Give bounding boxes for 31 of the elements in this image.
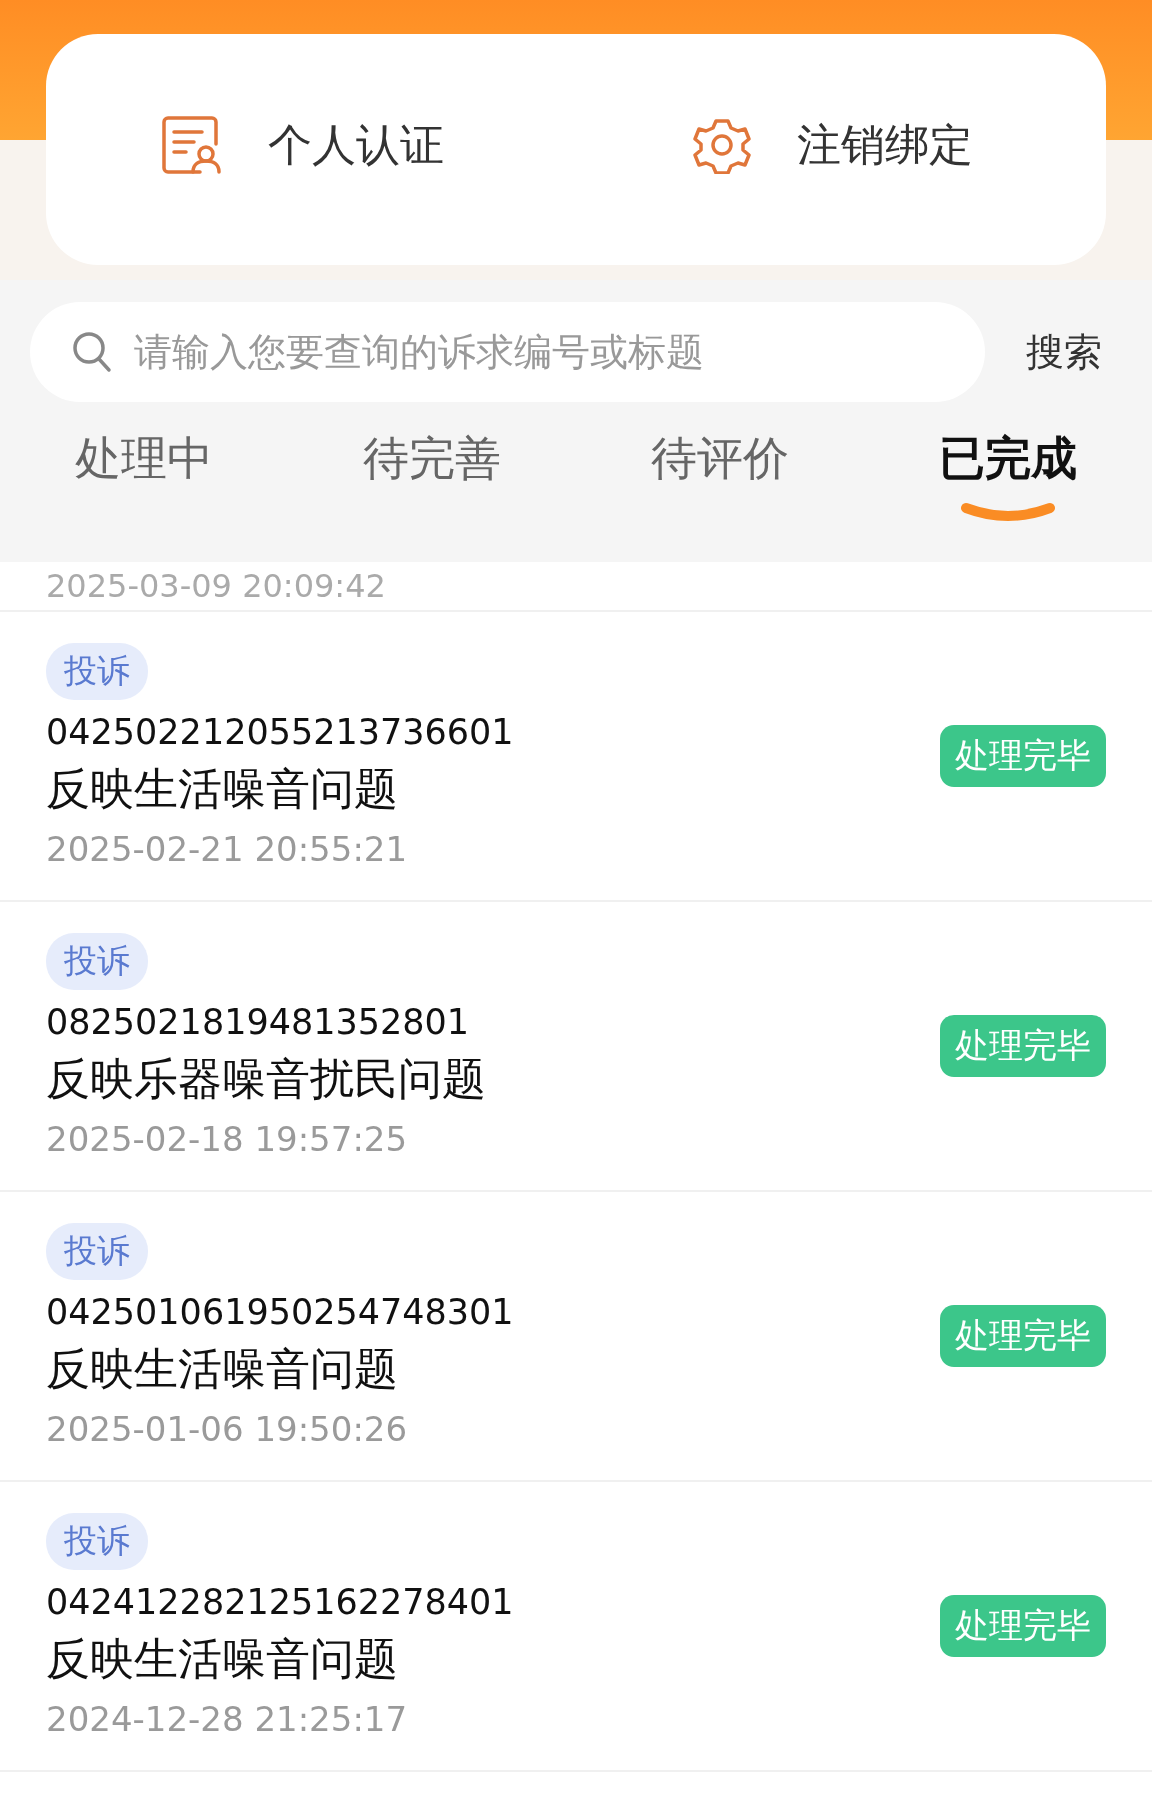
record-date: 2025-02-18 19:57:25 [46, 1119, 408, 1159]
tab[interactable]: 待完善 [363, 428, 501, 524]
tab[interactable]: 处理中 [75, 428, 213, 524]
record-number: 042501061950254748301 [46, 1292, 514, 1332]
category-tag: 投诉 [46, 933, 148, 990]
category-tag: 投诉 [46, 1513, 148, 1570]
record-title[interactable]: 反映生活噪音问题 [46, 1340, 398, 1399]
menu-item[interactable]: 个人认证 [46, 113, 576, 186]
record-number: 042502212055213736601 [46, 712, 514, 752]
tab[interactable]: 待评价 [651, 428, 789, 524]
status-badge: 处理完毕 [940, 1305, 1106, 1367]
search-field[interactable]: 请输入您要查询的诉求编号或标题 [30, 302, 985, 402]
record-date: 2025-01-06 19:50:26 [46, 1409, 408, 1449]
status-badge: 处理完毕 [940, 725, 1106, 787]
record-title[interactable]: 反映生活噪音问题 [46, 1630, 398, 1689]
category-tag: 投诉 [46, 1223, 148, 1280]
status-badge: 处理完毕 [940, 1015, 1106, 1077]
record-title[interactable]: 反映生活噪音问题 [46, 760, 398, 819]
search-button[interactable]: 搜索 [1020, 325, 1108, 379]
category-tag: 投诉 [46, 643, 148, 700]
record-date: 2025-02-21 20:55:21 [46, 829, 408, 869]
gear-icon [693, 116, 751, 174]
record-number: 0825021819481352801 [46, 1002, 470, 1042]
menu-item[interactable]: 注销绑定 [576, 114, 1106, 185]
tab[interactable]: 已完成 [939, 428, 1077, 524]
status-badge: 处理完毕 [940, 1595, 1106, 1657]
record-title[interactable]: 反映乐器噪音扰民问题 [46, 1050, 486, 1109]
record-date: 2024-12-28 21:25:17 [46, 1699, 408, 1739]
record-number: 042412282125162278401 [46, 1582, 514, 1622]
certificate-icon [160, 114, 222, 176]
record-date: 2025-03-09 20:09:42 [46, 567, 386, 605]
